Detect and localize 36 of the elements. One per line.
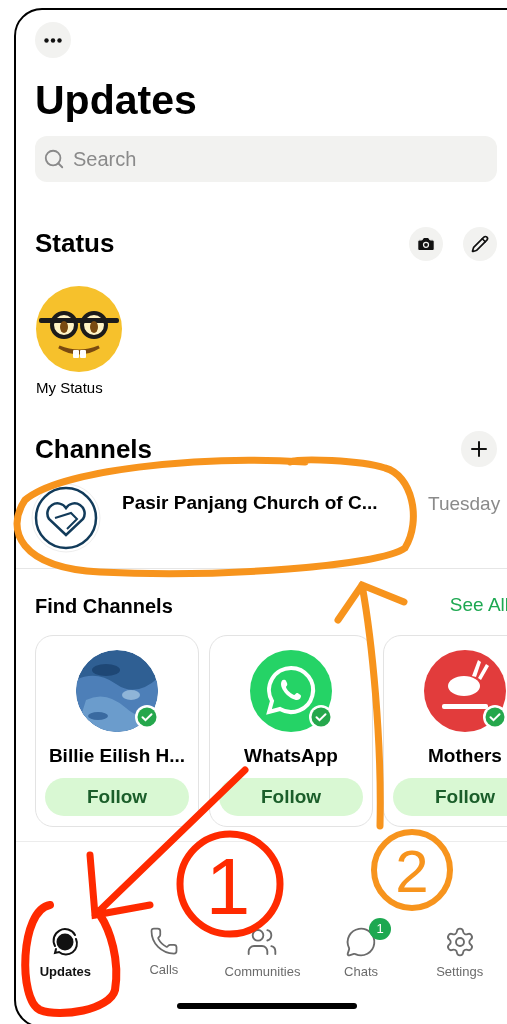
search-field[interactable]: Search (35, 136, 497, 182)
channel-row[interactable]: Pasir Panjang Church of C... Tuesday (16, 472, 507, 569)
annotation-number-circle: 1 (176, 830, 284, 938)
pencil-icon (471, 234, 489, 253)
section-title: Status (35, 227, 115, 260)
follow-button[interactable]: Follow (393, 778, 507, 816)
channel-time: Tuesday (428, 491, 501, 516)
nerd-face-emoji-icon (35, 285, 123, 373)
search-icon (43, 148, 65, 170)
camera-button[interactable] (409, 226, 443, 261)
card-title: Billie Eilish H... (48, 743, 186, 768)
unread-badge: 1 (369, 917, 392, 940)
chat-phone-logo-icon (250, 649, 332, 732)
more-button[interactable] (35, 22, 71, 58)
edit-button[interactable] (463, 226, 497, 261)
tab[interactable]: Settings (411, 915, 507, 981)
heart-handshake-logo-icon (31, 482, 101, 553)
section-title: Channels (35, 432, 153, 466)
channel-card[interactable]: WhatsApp Follow (209, 634, 373, 827)
follow-button[interactable]: Follow (219, 778, 363, 816)
tab[interactable]: 1 Chats (313, 915, 410, 981)
card-title: WhatsApp (244, 743, 338, 768)
my-status-label: My Status (36, 378, 103, 398)
add-channel-button[interactable] (461, 431, 497, 467)
page-title: Updates (35, 80, 198, 121)
chat-bubble-icon (345, 925, 378, 958)
phone-icon (148, 925, 179, 956)
more-icon (44, 37, 62, 43)
tab[interactable]: Updates (17, 915, 114, 981)
section-title: Find Channels (35, 593, 173, 619)
annotation-number-circle: 2 (371, 829, 453, 911)
follow-button[interactable]: Follow (45, 778, 189, 816)
card-title: Mothers (428, 743, 502, 768)
channel-name: Pasir Panjang Church of C... (122, 490, 379, 515)
channel-card[interactable]: Mothers Follow (383, 634, 507, 827)
channel-card[interactable]: Billie Eilish H... Follow (35, 634, 199, 827)
